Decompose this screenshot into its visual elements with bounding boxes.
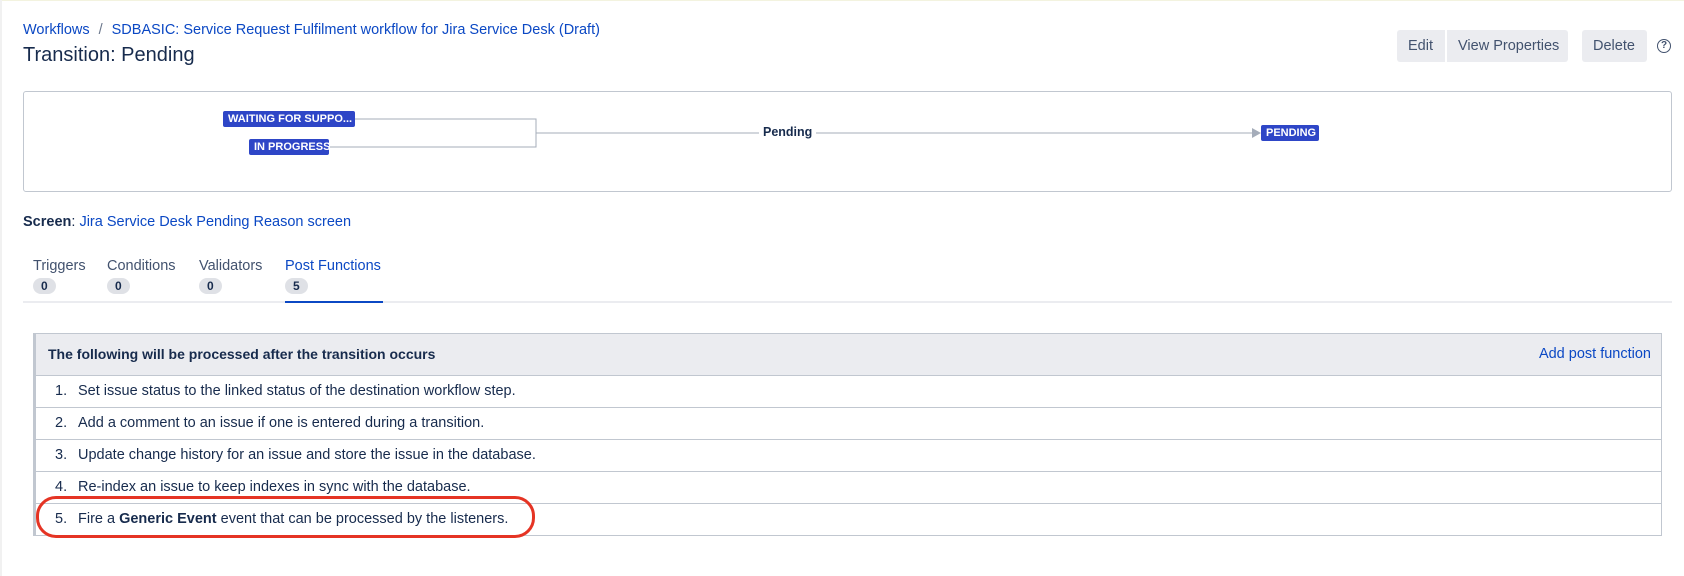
tab-label: Post Functions [285, 258, 381, 274]
delete-button[interactable]: Delete [1582, 30, 1647, 62]
help-icon[interactable]: ? [1657, 39, 1671, 53]
post-function-row: 3. Update change history for an issue an… [36, 440, 1661, 472]
tab-count-badge: 0 [199, 278, 222, 294]
post-functions-table: The following will be processed after th… [33, 333, 1662, 536]
page-title: Transition: Pending [23, 44, 195, 66]
tab-label: Conditions [107, 258, 176, 274]
transition-tabs: Triggers 0 Conditions 0 Validators 0 Pos… [23, 258, 1672, 303]
row-number: 5. [55, 511, 68, 527]
row-number: 3. [55, 447, 68, 463]
edit-button[interactable]: Edit [1397, 30, 1445, 62]
top-divider [0, 0, 1684, 1]
connector-from-waiting [355, 118, 537, 133]
row-number: 1. [55, 383, 68, 399]
view-properties-button[interactable]: View Properties [1447, 30, 1568, 62]
post-function-row: 2. Add a comment to an issue if one is e… [36, 408, 1661, 440]
tab-count-badge: 5 [285, 278, 308, 294]
status-lozenge-in-progress[interactable]: IN PROGRESS [249, 139, 330, 155]
breadcrumb-separator: / [98, 22, 103, 38]
row-text: Fire a Generic Event event that can be p… [78, 511, 508, 527]
post-functions-header: The following will be processed after th… [36, 334, 1661, 376]
arrowhead-icon [1252, 128, 1261, 138]
row-text-suffix: event that can be processed by the liste… [216, 511, 509, 527]
tab-count-badge: 0 [107, 278, 130, 294]
row-number: 2. [55, 415, 68, 431]
transition-diagram: WAITING FOR SUPPO... IN PROGRESS Pending… [23, 91, 1672, 192]
add-post-function-link[interactable]: Add post function [1539, 346, 1651, 362]
transition-label: Pending [759, 125, 817, 139]
screen-link[interactable]: Jira Service Desk Pending Reason screen [79, 214, 351, 230]
row-number: 4. [55, 479, 68, 495]
screen-label: Screen [23, 214, 72, 230]
tab-label: Validators [199, 258, 263, 274]
left-divider [0, 0, 2, 576]
row-text: Re-index an issue to keep indexes in syn… [78, 479, 471, 495]
post-function-row: 4. Re-index an issue to keep indexes in … [36, 472, 1661, 504]
tab-label: Triggers [33, 258, 86, 274]
post-function-row: 1. Set issue status to the linked status… [36, 376, 1661, 408]
tab-triggers[interactable]: Triggers 0 [33, 258, 86, 303]
screen-info: Screen: Jira Service Desk Pending Reason… [23, 214, 351, 230]
row-text-prefix: Fire a [78, 511, 120, 527]
breadcrumb-workflows-link[interactable]: Workflows [23, 22, 90, 38]
row-text: Add a comment to an issue if one is ente… [78, 415, 485, 431]
post-function-row: 5. Fire a Generic Event event that can b… [36, 504, 1661, 535]
tab-post-functions[interactable]: Post Functions 5 [285, 258, 383, 303]
status-lozenge-pending[interactable]: PENDING [1261, 125, 1319, 141]
row-text: Update change history for an issue and s… [78, 447, 536, 463]
tab-validators[interactable]: Validators 0 [199, 258, 262, 303]
tab-conditions[interactable]: Conditions 0 [107, 258, 176, 303]
post-functions-heading: The following will be processed after th… [48, 346, 436, 362]
row-text: Set issue status to the linked status of… [78, 383, 516, 399]
tab-count-badge: 0 [33, 278, 56, 294]
status-lozenge-waiting[interactable]: WAITING FOR SUPPO... [223, 111, 355, 127]
breadcrumb: Workflows / SDBASIC: Service Request Fulfi… [23, 22, 600, 38]
connector-from-in-progress [329, 133, 537, 148]
breadcrumb-workflow-link[interactable]: SDBASIC: Service Request Fulfilment work… [112, 22, 600, 38]
event-name: Generic Event [119, 511, 217, 527]
